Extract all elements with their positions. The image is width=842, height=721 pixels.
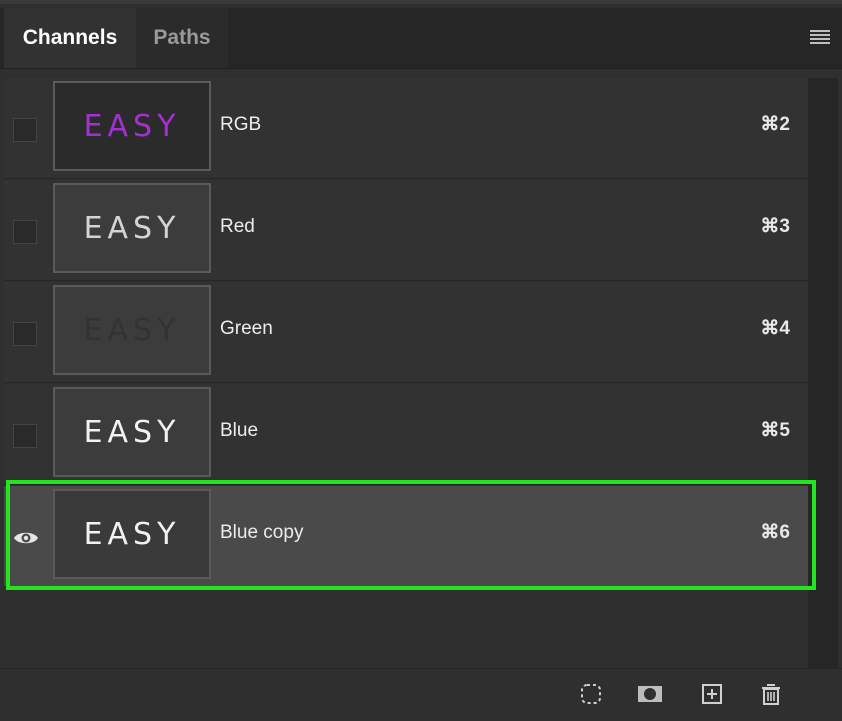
delete-channel-icon[interactable] bbox=[758, 681, 784, 707]
new-channel-icon[interactable] bbox=[699, 681, 725, 707]
hamburger-menu-icon[interactable] bbox=[810, 30, 830, 44]
panel-footer bbox=[0, 668, 842, 721]
channel-shortcut: ⌘2 bbox=[760, 114, 790, 135]
channel-thumbnail: EASY bbox=[53, 285, 211, 375]
scrollbar-track[interactable] bbox=[808, 78, 838, 668]
channel-name: Green bbox=[220, 318, 273, 339]
channels-panel: Channels Paths EASY RGB ⌘2 EASY Red ⌘3 E… bbox=[0, 0, 842, 721]
tab-bar: Channels Paths bbox=[0, 8, 842, 69]
channel-row-blue-copy[interactable]: EASY Blue copy ⌘6 bbox=[4, 486, 808, 587]
channel-thumbnail: EASY bbox=[53, 489, 211, 579]
channel-name: Blue bbox=[220, 420, 259, 441]
channel-name: Red bbox=[220, 216, 255, 237]
channel-shortcut: ⌘3 bbox=[760, 216, 790, 237]
load-selection-icon[interactable] bbox=[578, 681, 604, 707]
channel-row-green[interactable]: EASY Green ⌘4 bbox=[4, 282, 808, 383]
channel-row-blue[interactable]: EASY Blue ⌘5 bbox=[4, 384, 808, 485]
visibility-toggle[interactable] bbox=[13, 220, 37, 244]
save-selection-mask-icon[interactable] bbox=[636, 681, 664, 707]
channel-name: Blue copy bbox=[220, 522, 304, 543]
channel-shortcut: ⌘4 bbox=[760, 318, 790, 339]
channel-shortcut: ⌘6 bbox=[760, 522, 790, 543]
channel-thumbnail: EASY bbox=[53, 387, 211, 477]
visibility-toggle[interactable] bbox=[13, 526, 38, 550]
channel-shortcut: ⌘5 bbox=[760, 420, 790, 441]
channel-list: EASY RGB ⌘2 EASY Red ⌘3 EASY Green ⌘4 EA… bbox=[4, 78, 808, 666]
visibility-toggle[interactable] bbox=[13, 322, 37, 346]
channel-thumbnail: EASY bbox=[53, 81, 211, 171]
channel-name: RGB bbox=[220, 114, 262, 135]
tab-paths[interactable]: Paths bbox=[136, 8, 228, 68]
channel-row-red[interactable]: EASY Red ⌘3 bbox=[4, 180, 808, 281]
channel-row-rgb[interactable]: EASY RGB ⌘2 bbox=[4, 78, 808, 179]
tab-channels[interactable]: Channels bbox=[4, 8, 136, 68]
visibility-toggle[interactable] bbox=[13, 424, 37, 448]
visibility-toggle[interactable] bbox=[13, 118, 37, 142]
channel-thumbnail: EASY bbox=[53, 183, 211, 273]
eye-icon bbox=[14, 532, 38, 544]
